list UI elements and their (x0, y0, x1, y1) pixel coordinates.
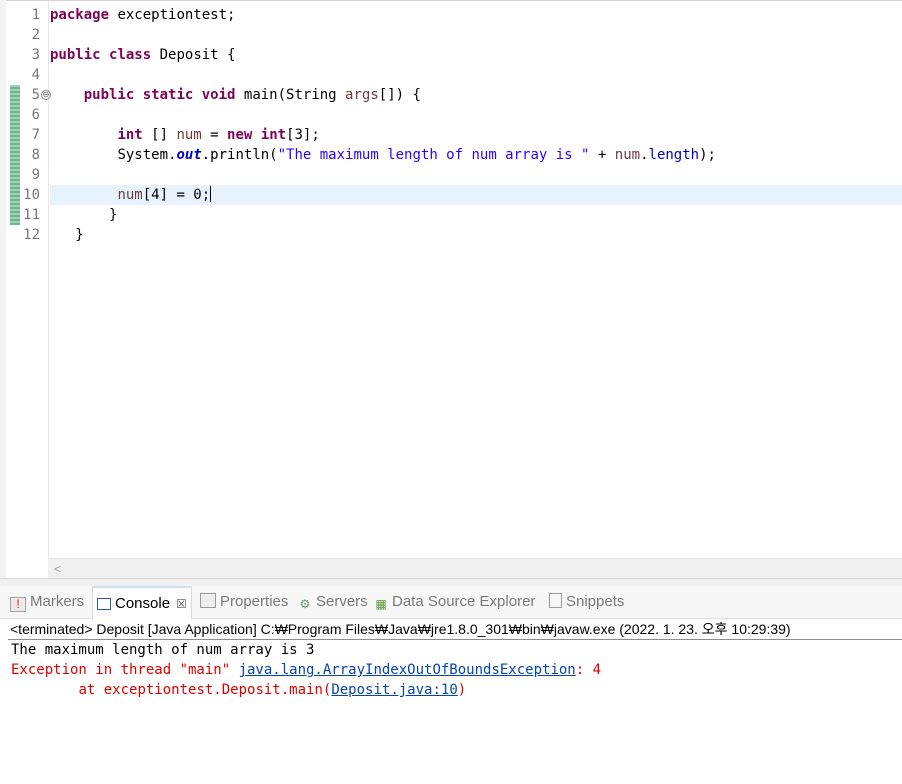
tab-snippets[interactable]: Snippets (549, 586, 624, 618)
code-text: System. (117, 147, 177, 163)
code-text-area[interactable]: package exceptiontest; public class Depo… (50, 1, 902, 558)
code-text: main(String (235, 87, 346, 103)
tab-servers[interactable]: ⚙ Servers (298, 586, 368, 618)
console-status: <terminated> Deposit [Java Application] … (10, 621, 791, 637)
exception-class-link[interactable]: java.lang.ArrayIndexOutOfBoundsException (239, 662, 576, 678)
line-number: 3 (31, 47, 40, 63)
console-icon (97, 598, 111, 610)
line-number: 6 (31, 107, 40, 123)
line-number: 10 (23, 187, 40, 203)
tab-properties[interactable]: Properties (200, 586, 288, 618)
code-editor[interactable]: 1 2 3 4 5 ⊖ 6 7 8 9 10 11 12 package exc… (0, 0, 902, 580)
keyword: class (109, 47, 152, 63)
line-number: 1 (31, 7, 40, 23)
tab-label: Console (115, 595, 171, 612)
servers-icon: ⚙ (299, 597, 311, 611)
view-tab-bar: ! Markers Console ☒ Properties ⚙ Servers ▦ D… (0, 586, 902, 619)
tab-data-source-explorer[interactable]: ▦ Data Source Explorer (374, 586, 535, 618)
trace-text: at exceptiontest.Deposit.main( (11, 682, 332, 698)
text-caret (210, 186, 212, 202)
code-text: [4] = 0; (142, 187, 211, 203)
line-number: 11 (23, 207, 40, 223)
keyword: package (50, 7, 110, 23)
local-variable: num (614, 147, 641, 163)
line-number: 8 (31, 147, 40, 163)
code-line-3[interactable]: public class Deposit { (50, 45, 902, 65)
close-tab-icon[interactable]: ☒ (176, 597, 187, 611)
console-output-line: The maximum length of num array is 3 (11, 642, 315, 658)
code-text: [3]; (286, 127, 320, 143)
line-number: 2 (31, 27, 40, 43)
console-panel: ! Markers Console ☒ Properties ⚙ Servers ▦ D… (0, 586, 902, 784)
keyword: new (227, 127, 253, 143)
tab-label: Servers (316, 593, 368, 610)
code-text: } (75, 227, 84, 243)
line-number-gutter: 1 2 3 4 5 ⊖ 6 7 8 9 10 11 12 (20, 1, 51, 558)
code-line-10-current[interactable]: num[4] = 0; (50, 185, 902, 205)
line-number: 12 (23, 227, 40, 243)
code-line-1[interactable]: package exceptiontest; (50, 5, 902, 25)
code-line-11[interactable]: } (50, 205, 902, 225)
code-text: .println( (201, 147, 278, 163)
trace-text: ) (457, 682, 467, 698)
code-line-7[interactable]: int [] num = new int[3]; (50, 125, 902, 145)
code-text: []) { (378, 87, 421, 103)
code-line-12[interactable]: } (50, 225, 902, 245)
tab-label: Snippets (566, 593, 625, 610)
tab-console[interactable]: Console ☒ (92, 586, 192, 619)
data-source-icon: ▦ (375, 597, 387, 611)
code-text: exceptiontest; (109, 7, 236, 23)
tab-label: Markers (30, 593, 85, 610)
horizontal-scrollbar[interactable]: < (48, 558, 902, 579)
keyword: static (142, 87, 194, 103)
keyword: public (50, 47, 101, 63)
keyword: void (201, 87, 236, 103)
code-line-5[interactable]: public static void main(String args[]) { (50, 85, 902, 105)
code-text: [] (142, 127, 177, 143)
error-text: : 4 (575, 662, 602, 678)
line-number: 5 (31, 87, 40, 103)
console-error-line: Exception in thread "main" java.lang.Arr… (11, 660, 601, 680)
markers-icon: ! (10, 597, 26, 612)
line-number: 7 (31, 127, 40, 143)
static-field: out (176, 147, 202, 163)
snippets-icon (549, 593, 562, 608)
change-indicator-bar (10, 85, 20, 225)
keyword: public (83, 87, 135, 103)
code-text: Deposit { (151, 47, 236, 63)
code-text: + (589, 147, 615, 163)
properties-icon (200, 593, 216, 608)
code-line-8[interactable]: System.out.println("The maximum length o… (50, 145, 902, 165)
tab-label: Data Source Explorer (392, 593, 536, 610)
error-text: Exception in thread "main" (11, 662, 239, 678)
tab-label: Properties (220, 593, 289, 610)
scroll-left-icon[interactable]: < (54, 561, 61, 577)
keyword: int (260, 127, 287, 143)
local-variable: num (117, 187, 143, 203)
code-text: . (640, 147, 649, 163)
code-text: } (109, 207, 118, 223)
string-literal: "The maximum length of num array is " (277, 147, 590, 163)
field: length (648, 147, 700, 163)
tab-markers[interactable]: ! Markers (10, 586, 84, 618)
source-location-link[interactable]: Deposit.java:10 (331, 682, 457, 698)
line-number: 9 (31, 167, 40, 183)
local-variable: num (176, 127, 202, 143)
line-number: 4 (31, 67, 40, 83)
code-text: ); (699, 147, 716, 163)
console-stack-trace-line: at exceptiontest.Deposit.main(Deposit.ja… (11, 680, 466, 700)
local-variable: args (345, 87, 379, 103)
keyword: int (117, 127, 143, 143)
code-text: = (201, 127, 228, 143)
